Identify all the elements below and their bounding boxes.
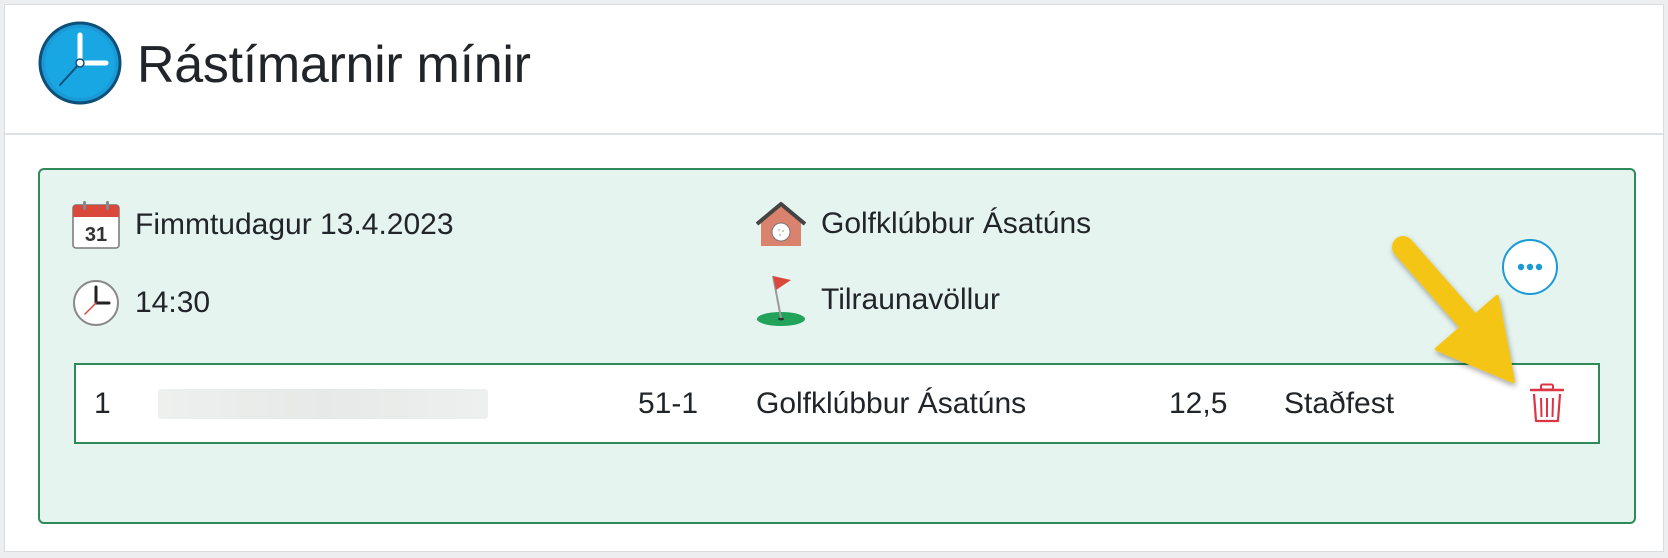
clubhouse-icon: [755, 202, 807, 246]
card-header: Rástímarnir mínir: [5, 5, 1663, 135]
trash-icon[interactable]: [1530, 383, 1564, 423]
player-status: Staðfest: [1284, 387, 1395, 420]
booking-card: 31 Fimmtudagur 13.4.2023 14:30 Golfklúbb…: [38, 168, 1636, 524]
booking-date-text: Fimmtudagur 13.4.2023: [135, 208, 454, 241]
booking-club: Golfklúbbur Ásatúns: [755, 198, 1091, 250]
clock-icon: [73, 280, 119, 326]
ellipsis-icon: [1517, 263, 1543, 271]
booking-date: 31 Fimmtudagur 13.4.2023: [71, 200, 454, 250]
booking-time-text: 14:30: [135, 286, 211, 319]
booking-course-text: Tilraunavöllur: [821, 283, 1000, 316]
booking-club-text: Golfklúbbur Ásatúns: [821, 207, 1092, 240]
booking-course: Tilraunavöllur: [755, 272, 1000, 328]
player-number: 1: [94, 387, 111, 420]
clock-icon: [38, 21, 122, 105]
player-row: 1 51-1 Golfklúbbur Ásatúns 12,5 Staðfest: [74, 363, 1600, 444]
more-options-button[interactable]: [1502, 239, 1558, 295]
calendar-icon: 31: [72, 201, 120, 249]
bookings-card: Rástímarnir mínir 31 Fimmtudagur 13.4.20…: [4, 4, 1664, 552]
player-handicap: 12,5: [1169, 387, 1228, 420]
player-club: Golfklúbbur Ásatúns: [756, 387, 1027, 420]
golf-flag-icon: [757, 275, 805, 326]
booking-time: 14:30: [71, 278, 210, 328]
player-member-id: 51-1: [638, 387, 699, 420]
page-title: Rástímarnir mínir: [137, 36, 531, 94]
calendar-day: 31: [85, 224, 107, 246]
player-name-redacted: [158, 389, 488, 419]
